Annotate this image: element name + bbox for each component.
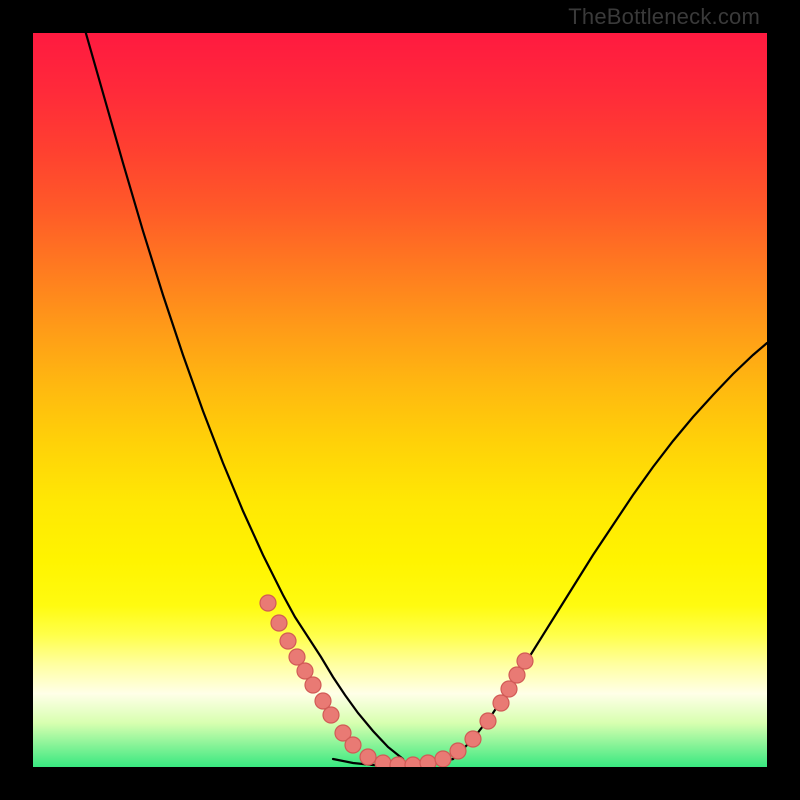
dot (435, 751, 451, 767)
dot (360, 749, 376, 765)
dot (297, 663, 313, 679)
dot (501, 681, 517, 697)
highlight-dots (260, 595, 533, 767)
dot (260, 595, 276, 611)
dot (480, 713, 496, 729)
dot (323, 707, 339, 723)
dot (450, 743, 466, 759)
dot (390, 757, 406, 767)
dot (493, 695, 509, 711)
dot (420, 755, 436, 767)
curve-left (83, 33, 403, 759)
watermark-label: TheBottleneck.com (568, 4, 760, 30)
dot (465, 731, 481, 747)
chart-frame: TheBottleneck.com (0, 0, 800, 800)
dot (509, 667, 525, 683)
dot (305, 677, 321, 693)
dot (405, 757, 421, 767)
dot (271, 615, 287, 631)
dot (345, 737, 361, 753)
chart-svg (33, 33, 767, 767)
dot (289, 649, 305, 665)
dot (517, 653, 533, 669)
dot (375, 755, 391, 767)
dot (280, 633, 296, 649)
plot-area (33, 33, 767, 767)
dot (315, 693, 331, 709)
